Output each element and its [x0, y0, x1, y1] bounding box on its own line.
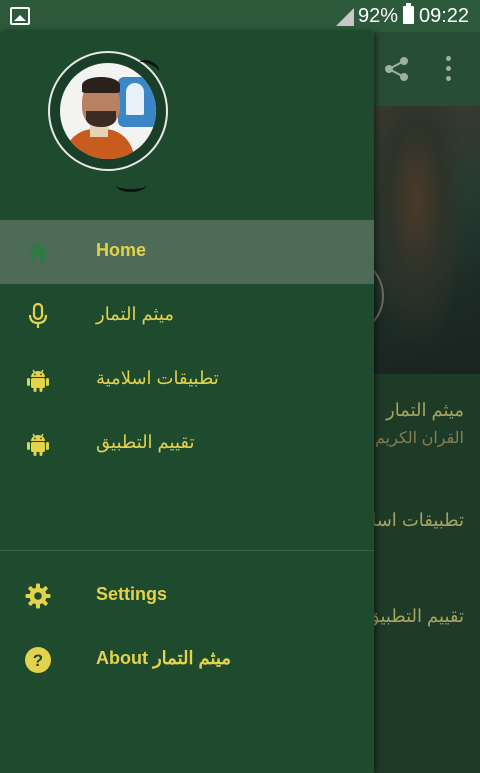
android-icon [27, 369, 49, 392]
card-subtitle: القران الكريم [375, 430, 464, 447]
android-icon [27, 433, 49, 456]
avatar[interactable] [48, 51, 168, 192]
share-icon[interactable] [384, 56, 410, 82]
home-icon [27, 242, 49, 262]
hero-image [374, 106, 480, 374]
avatar-photo [60, 63, 156, 159]
battery-icon [403, 3, 414, 24]
divider [0, 550, 374, 551]
more-vert-icon[interactable] [446, 56, 452, 82]
gallery-icon [10, 7, 30, 25]
menu-item-label: Settings [96, 584, 168, 604]
card-title[interactable]: تقييم التطبيق [374, 606, 464, 627]
menu-item-settings[interactable]: Settings [0, 564, 374, 628]
menu-item-home[interactable]: Home [0, 220, 374, 284]
hero-ring [374, 256, 384, 336]
app-content: ميثم التمار القران الكريم تطبيقات اسلامي… [374, 32, 480, 773]
svg-text:?: ? [33, 651, 43, 670]
menu-item-islamic-apps[interactable]: تطبيقات اسلامية [0, 348, 374, 412]
navigation-drawer: Home ميثم التمار تطبيقات اسلامية تقييم ا… [0, 32, 374, 773]
app-toolbar [374, 32, 480, 106]
menu-item-label: تقييم التطبيق [96, 432, 195, 452]
microphone-icon [28, 302, 48, 328]
menu-item-label: ميثم التمار [96, 304, 174, 324]
avatar-decoration [116, 179, 146, 192]
menu-item-about[interactable]: ? About ميثم التمار [0, 628, 374, 692]
menu-item-rate-app[interactable]: تقييم التطبيق [0, 412, 374, 476]
menu-item-label: About ميثم التمار [96, 648, 231, 668]
signal-icon [336, 8, 354, 26]
card-title[interactable]: تطبيقات اسلامية [374, 510, 464, 531]
gear-icon [25, 583, 51, 609]
menu-item-label: تطبيقات اسلامية [96, 368, 219, 388]
help-icon: ? [25, 647, 51, 673]
battery-percentage: 92% [358, 5, 399, 27]
status-bar: 92% 09:22 [0, 0, 480, 32]
menu-item-maytham[interactable]: ميثم التمار [0, 284, 374, 348]
clock: 09:22 [419, 5, 470, 27]
menu-item-label: Home [96, 240, 147, 260]
card-title[interactable]: ميثم التمار [386, 400, 464, 421]
